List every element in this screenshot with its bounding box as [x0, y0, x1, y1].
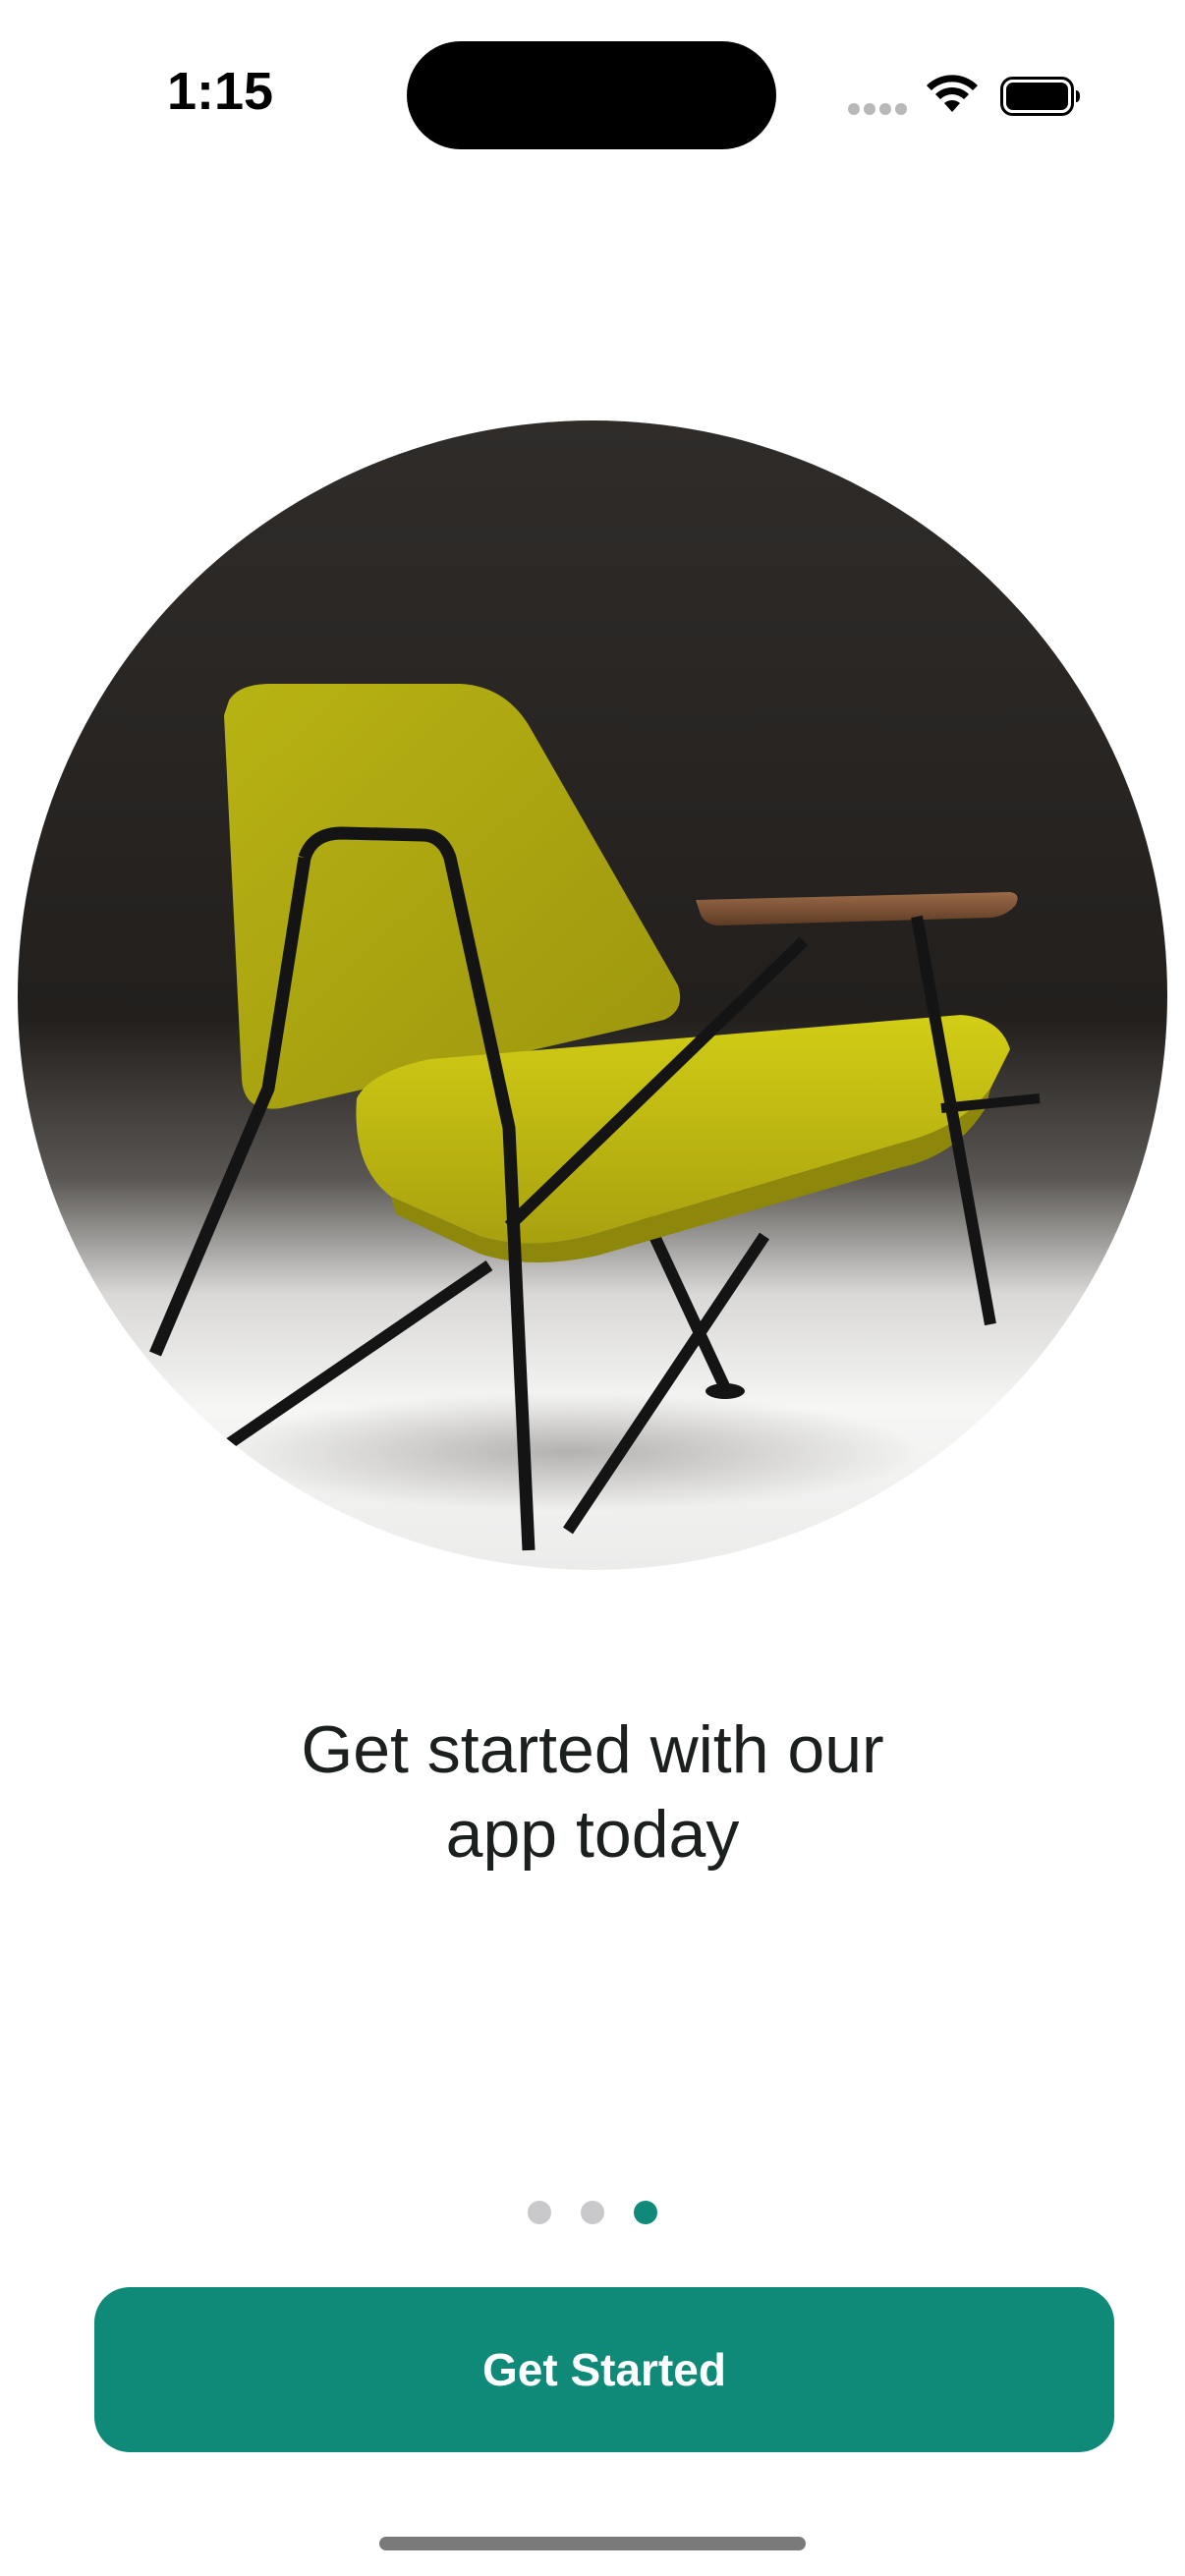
page-indicator	[0, 2201, 1185, 2230]
wifi-icon	[927, 75, 978, 112]
cellular-signal-icon	[848, 103, 907, 115]
page-dot-2[interactable]	[581, 2201, 604, 2224]
get-started-button[interactable]: Get Started	[94, 2287, 1114, 2452]
dynamic-island	[407, 41, 776, 149]
home-indicator[interactable]	[379, 2537, 806, 2550]
onboarding-headline: Get started with our app today	[197, 1708, 988, 1876]
status-time: 1:15	[167, 62, 274, 121]
headline-line-1: Get started with our	[301, 1712, 884, 1787]
headline-line-2: app today	[445, 1797, 740, 1872]
hero-image	[18, 420, 1167, 1570]
page-dot-1[interactable]	[528, 2201, 551, 2224]
battery-icon	[1000, 77, 1080, 116]
page-dot-3-active[interactable]	[634, 2201, 657, 2224]
